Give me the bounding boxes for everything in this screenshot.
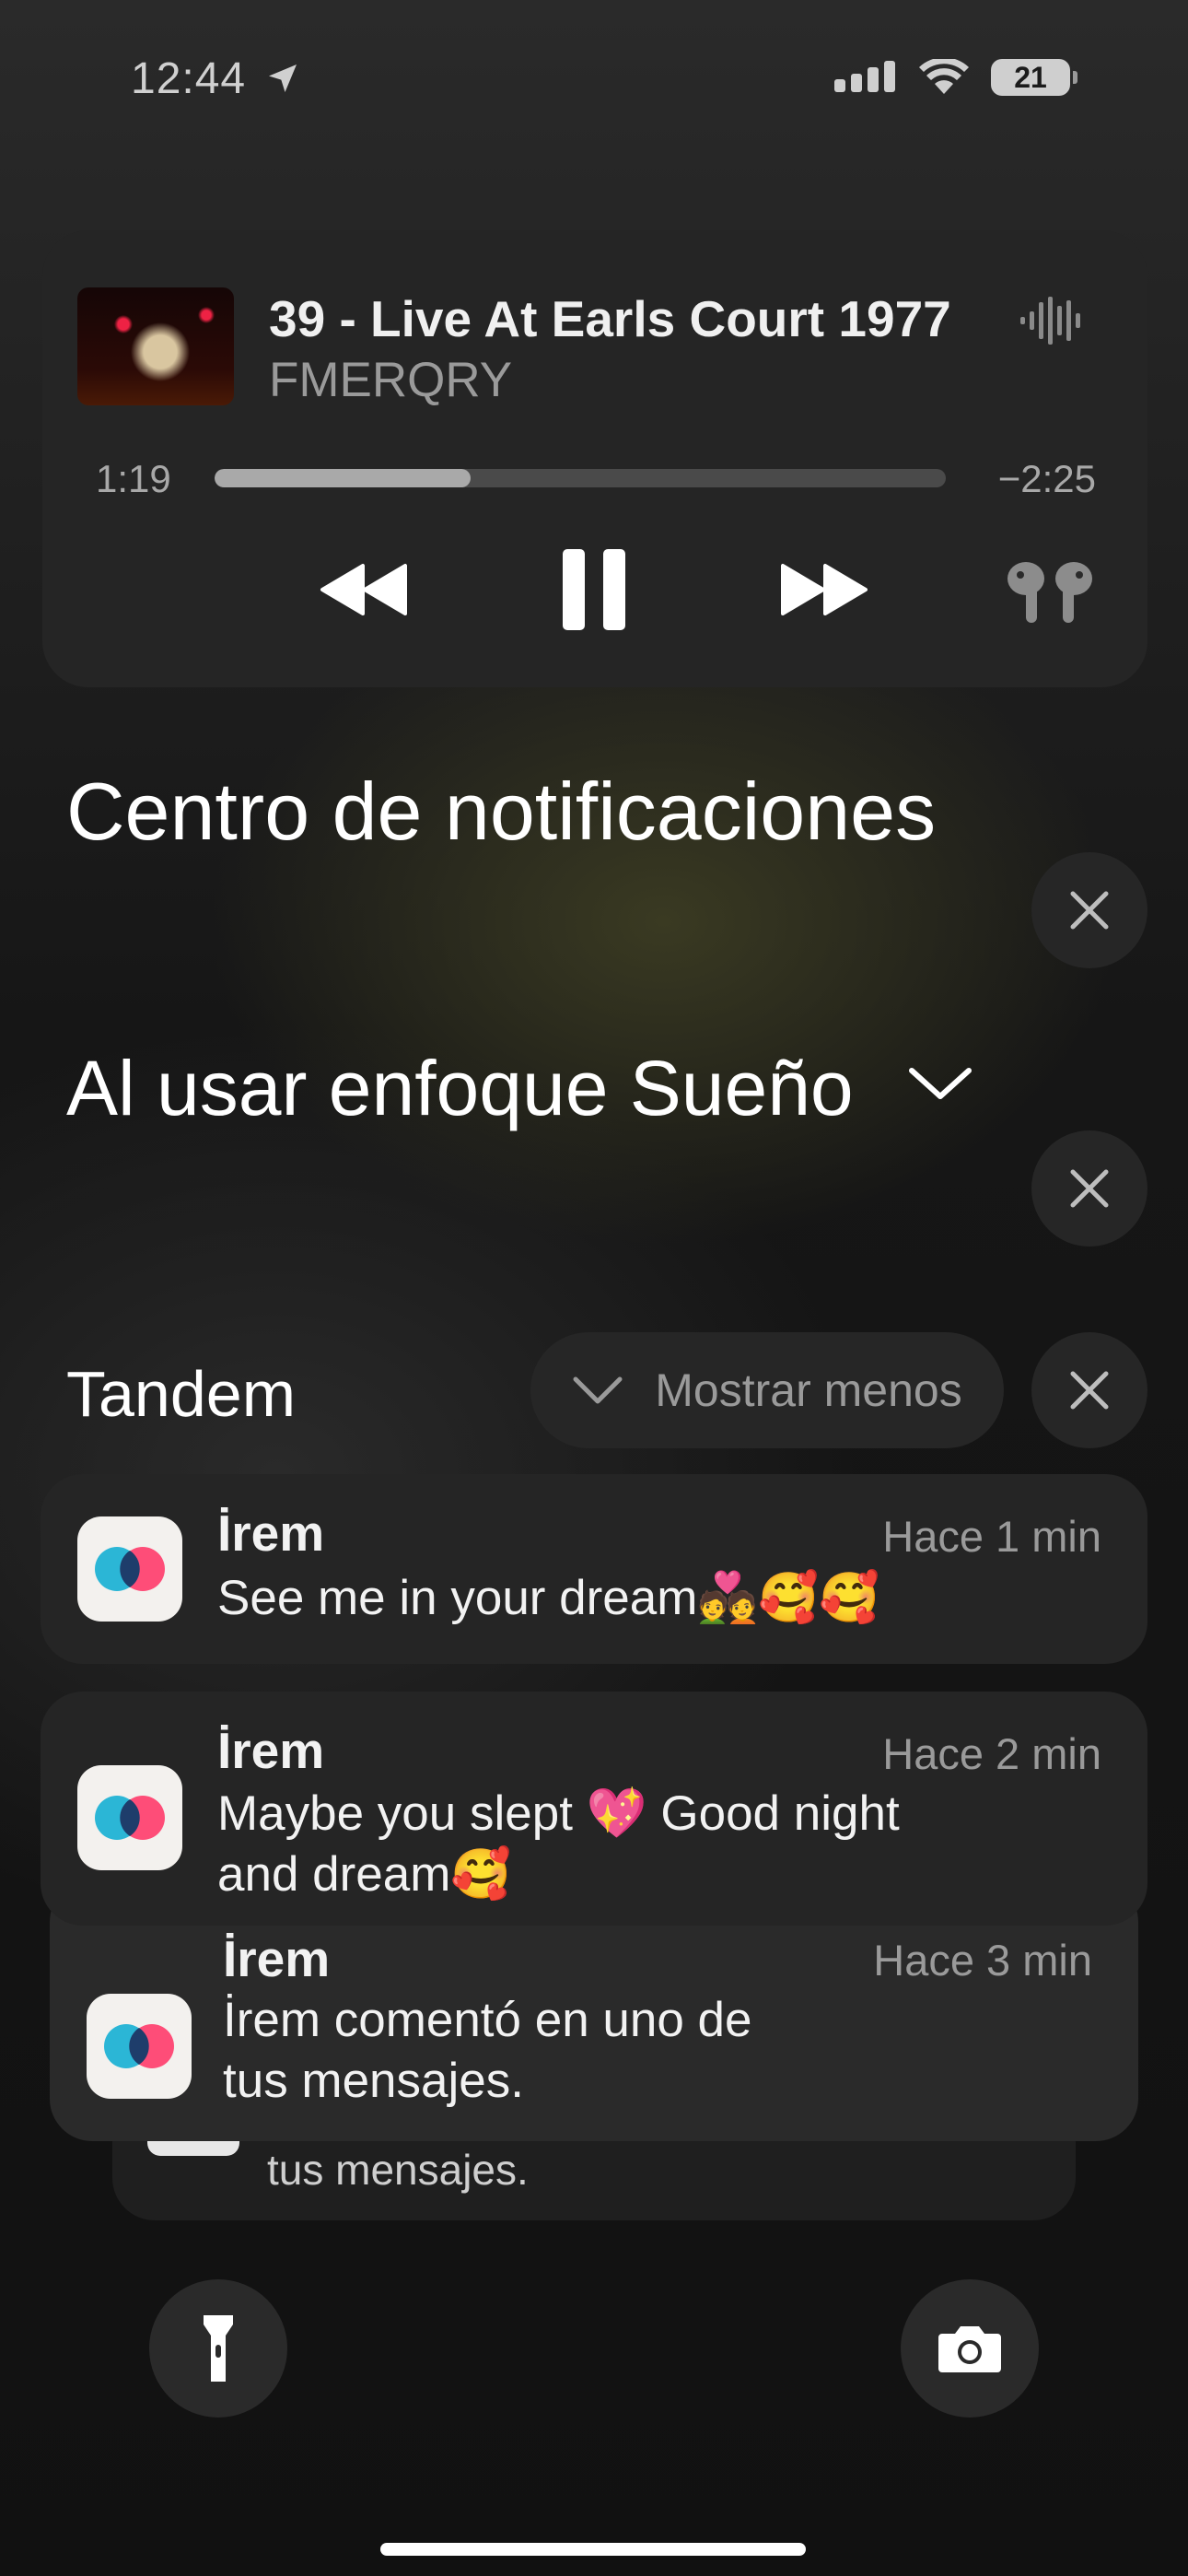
- clear-notifications-button[interactable]: [1031, 852, 1147, 968]
- close-icon: [1070, 1371, 1109, 1410]
- chevron-down-icon: [909, 1068, 972, 1099]
- notification-time: Hace 2 min: [882, 1729, 1101, 1778]
- tandem-app-icon: [87, 1994, 192, 2099]
- close-icon: [1070, 1169, 1109, 1208]
- notification-sender: İrem: [217, 1722, 325, 1779]
- notification-card[interactable]: İrem Hace 2 min Maybe you slept 💖 Good n…: [41, 1692, 1147, 1926]
- tandem-app-icon: [77, 1765, 182, 1870]
- wifi-icon: [919, 59, 969, 94]
- show-less-label: Mostrar menos: [655, 1364, 962, 1416]
- tandem-logo-icon: [95, 1547, 165, 1591]
- notification-card[interactable]: İrem Hace 1 min See me in your dream💑🥰🥰: [41, 1474, 1147, 1664]
- status-time: 12:44: [131, 53, 301, 104]
- time-text: 12:44: [131, 54, 247, 103]
- battery-icon: 21: [991, 59, 1077, 96]
- remaining-time: −2:25: [997, 457, 1096, 500]
- fast-forward-icon: [781, 564, 868, 615]
- flashlight-button[interactable]: [149, 2279, 287, 2418]
- notification-message: Maybe you slept 💖 Good night and dream🥰: [217, 1784, 900, 1905]
- message-line: İrem comentó en uno de: [223, 1993, 752, 2047]
- notification-center-title: Centro de notificaciones: [66, 766, 937, 857]
- status-icons: 21: [834, 59, 1077, 96]
- notification-time: Hace 1 min: [882, 1512, 1101, 1561]
- tandem-logo-icon: [95, 1796, 165, 1840]
- airpods-icon: [1007, 562, 1092, 623]
- tandem-app-icon: [77, 1516, 182, 1622]
- chevron-down-icon: [573, 1376, 623, 1404]
- focus-sleep-label: Al usar enfoque Sueño: [66, 1045, 854, 1131]
- message-line: Maybe you slept 💖 Good night: [217, 1786, 900, 1841]
- cellular-signal-icon: [834, 61, 895, 92]
- track-artist: FMERQRY: [269, 353, 513, 407]
- audio-waveform-icon[interactable]: [1020, 297, 1083, 345]
- airpods-output-button[interactable]: [995, 553, 1105, 630]
- focus-sleep-heading[interactable]: Al usar enfoque Sueño: [66, 1044, 973, 1133]
- battery-percent: 21: [1014, 60, 1047, 94]
- rewind-button[interactable]: [309, 544, 420, 636]
- location-arrow-icon: [269, 64, 297, 92]
- home-indicator[interactable]: [380, 2543, 806, 2556]
- camera-icon: [938, 2326, 1001, 2372]
- fast-forward-button[interactable]: [768, 544, 879, 636]
- app-group-title: Tandem: [66, 1358, 297, 1430]
- rewind-icon: [320, 564, 407, 615]
- flashlight-icon: [204, 2315, 233, 2382]
- playback-progress-fill: [215, 469, 471, 487]
- message-line: and dream🥰: [217, 1847, 512, 1902]
- notification-sender: İrem: [217, 1505, 325, 1562]
- notification-sender: İrem: [223, 1930, 331, 1987]
- camera-button[interactable]: [901, 2279, 1039, 2418]
- peek-message: tus mensajes.: [267, 2146, 529, 2194]
- message-line: tus mensajes.: [223, 2054, 524, 2108]
- close-icon: [1070, 891, 1109, 930]
- show-less-button[interactable]: Mostrar menos: [530, 1332, 1004, 1448]
- track-title: 39 - Live At Earls Court 1977: [269, 290, 951, 347]
- notification-time: Hace 3 min: [873, 1936, 1092, 1985]
- notification-message: İrem comentó en uno de tus mensajes.: [223, 1990, 752, 2112]
- notification-message: See me in your dream💑🥰🥰: [217, 1571, 880, 1625]
- pause-button[interactable]: [543, 539, 645, 640]
- pause-icon: [563, 549, 625, 630]
- elapsed-time: 1:19: [96, 457, 171, 500]
- tandem-logo-icon: [104, 2024, 174, 2068]
- clear-focus-notifications-button[interactable]: [1031, 1130, 1147, 1247]
- playback-scrubber[interactable]: [215, 469, 946, 487]
- album-artwork[interactable]: [77, 287, 234, 405]
- clear-group-button[interactable]: [1031, 1332, 1147, 1448]
